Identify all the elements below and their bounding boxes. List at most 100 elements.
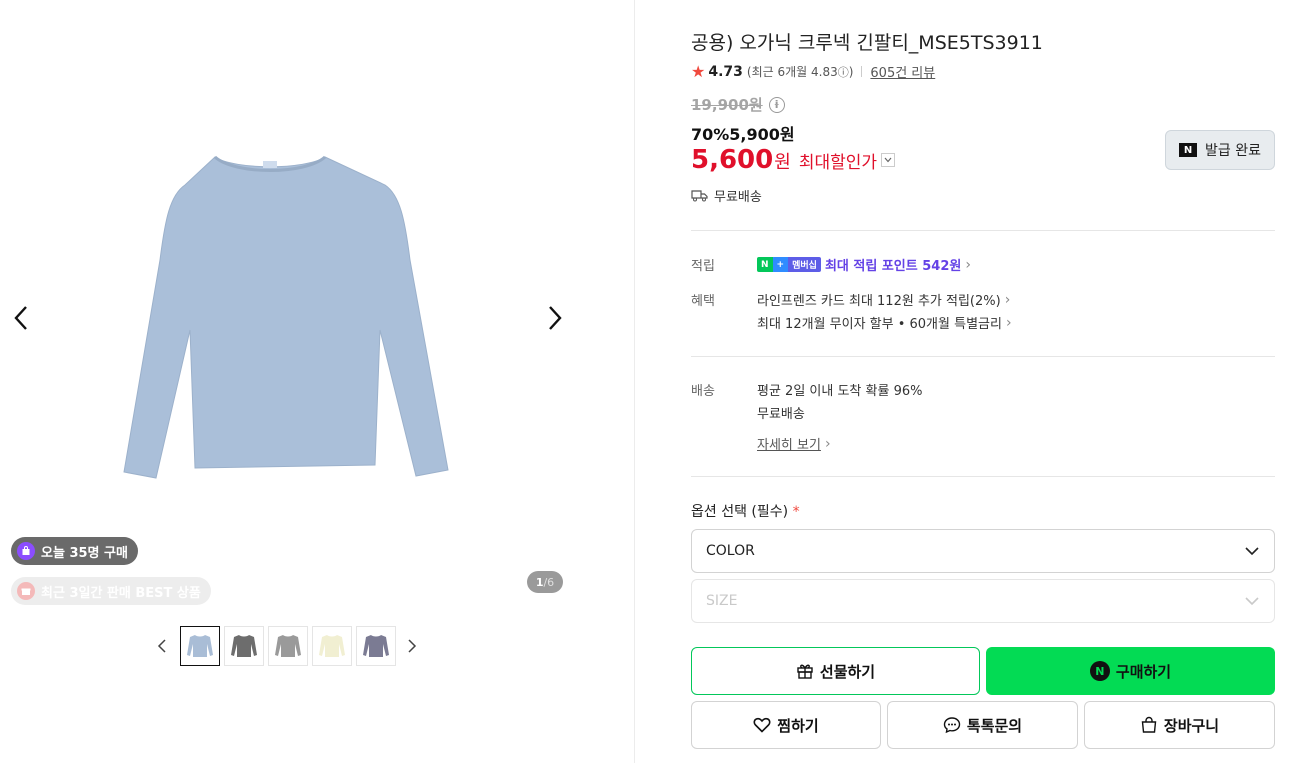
chevron-right-icon: › [1004, 291, 1011, 308]
option-label: 옵션 선택 (필수) * [691, 501, 800, 521]
heart-icon [753, 717, 771, 733]
naver-pay-icon: N [1089, 661, 1110, 681]
size-select-value: SIZE [706, 593, 738, 609]
prev-image-button[interactable] [4, 298, 40, 338]
review-count-link[interactable]: 605건 리뷰 [870, 62, 935, 81]
sale-price-row: 70%5,900원 [691, 121, 795, 145]
thumbnail-strip [150, 626, 424, 666]
gift-button[interactable]: 선물하기 [691, 647, 980, 695]
max-price-unit: 원 [774, 152, 791, 173]
today-purchase-badge: 오늘 35명 구매 [11, 537, 138, 565]
delivery-detail-text: 자세히 보기 [757, 438, 821, 453]
chevron-right-icon: › [1005, 314, 1012, 331]
benefit-installment-text: 최대 12개월 무이자 할부 • 60개월 특별금리 [757, 317, 1002, 332]
benefit-card-link[interactable]: 라인프렌즈 카드 최대 112원 추가 적립(2%) › [757, 290, 1011, 310]
recent-rating-close: ) [848, 65, 854, 79]
naver-pay-icon: N [1179, 143, 1197, 157]
info-icon[interactable]: i [768, 96, 785, 113]
product-title: 공용) 오가닉 크루넥 긴팔티_MSE5TS3911 [691, 32, 1043, 54]
image-counter-total: /6 [543, 575, 555, 589]
thumbnail-4[interactable] [312, 626, 352, 666]
chevron-left-icon [14, 306, 27, 330]
points-link[interactable]: N + 멤버십 최대 적립 포인트 542원 › [757, 255, 971, 274]
divider [691, 230, 1275, 231]
recent-rating-value: (최근 6개월 4.83 [746, 65, 838, 79]
gift-icon [797, 664, 813, 679]
chevron-right-icon [549, 306, 562, 330]
buy-button[interactable]: N 구매하기 [986, 647, 1275, 695]
rating-score: 4.73 [708, 63, 743, 80]
thumb-next-button[interactable] [400, 626, 424, 666]
required-mark: * [792, 504, 800, 520]
panel-divider [634, 0, 635, 763]
option-label-text: 옵션 선택 (필수) [691, 504, 789, 520]
today-purchase-text: 오늘 35명 구매 [41, 545, 128, 561]
tag-membership: 멤버십 [788, 257, 821, 272]
shipping-text: 무료배송 [714, 190, 762, 205]
color-select-value: COLOR [706, 543, 755, 559]
original-price: 19,900원 i [691, 94, 785, 115]
benefit-label: 혜택 [691, 294, 715, 309]
delivery-arrival-text: 평균 2일 이내 도착 확률 96% [757, 384, 923, 399]
tag-plus: + [772, 257, 789, 272]
best-seller-badge: 최근 3일간 판매 BEST 상품 [11, 577, 211, 605]
chevron-down-icon [1245, 547, 1259, 556]
cart-button[interactable]: 장바구니 [1084, 701, 1275, 749]
chat-icon [943, 717, 961, 734]
points-label: 적립 [691, 259, 715, 274]
chevron-right-icon [408, 639, 417, 653]
chevron-right-icon: › [824, 435, 831, 452]
wishlist-button-label: 찜하기 [777, 716, 819, 735]
shopping-bag-icon [1141, 716, 1157, 733]
image-counter: 1/6 [527, 571, 563, 593]
coupon-button-label: 발급 완료 [1205, 143, 1261, 159]
benefit-card-text: 라인프렌즈 카드 최대 112원 추가 적립(2%) [757, 294, 1001, 309]
coupon-issued-button[interactable]: N 발급 완료 [1165, 130, 1275, 170]
free-shipping-row: 무료배송 [691, 186, 762, 205]
divider [691, 476, 1275, 477]
points-text: 최대 적립 포인트 542원 [824, 259, 962, 274]
star-icon: ★ [691, 62, 706, 81]
chevron-down-icon [1245, 597, 1259, 606]
wishlist-button[interactable]: 찜하기 [691, 701, 881, 749]
gift-button-label: 선물하기 [819, 662, 876, 681]
separator [861, 66, 863, 77]
thumbnail-2[interactable] [224, 626, 264, 666]
delivery-fee-text: 무료배송 [757, 407, 805, 422]
best-seller-text: 최근 3일간 판매 BEST 상품 [41, 585, 201, 601]
naver-plus-membership-tag: N + 멤버십 [757, 257, 821, 272]
delivery-label: 배송 [691, 384, 715, 399]
thumbnail-3[interactable] [268, 626, 308, 666]
shopping-bag-icon [17, 542, 35, 560]
size-select[interactable]: SIZE [691, 579, 1275, 623]
recent-rating: (최근 6개월 4.83ⓘ) [747, 63, 854, 80]
thumbnail-5[interactable] [356, 626, 396, 666]
talktalk-button-label: 톡톡문의 [966, 716, 1023, 735]
max-discount-price: 5,600 원 최대할인가 [691, 145, 896, 175]
cart-button-label: 장바구니 [1163, 716, 1220, 735]
max-price-label: 최대할인가 [798, 153, 878, 173]
divider [691, 356, 1275, 357]
buy-button-label: 구매하기 [1115, 662, 1172, 681]
product-gallery: 오늘 35명 구매 최근 3일간 판매 BEST 상품 1/6 [0, 0, 634, 763]
next-image-button[interactable] [536, 298, 572, 338]
chevron-left-icon [157, 639, 166, 653]
max-price-value: 5,600 [691, 145, 774, 175]
truck-icon [691, 190, 708, 202]
chevron-right-icon: › [965, 256, 971, 273]
sale-price: 5,900원 [729, 125, 795, 144]
delivery-detail-link[interactable]: 자세히 보기 › [757, 434, 831, 454]
rating-row: ★ 4.73 (최근 6개월 4.83ⓘ) 605건 리뷰 [691, 62, 935, 81]
thumb-prev-button[interactable] [150, 626, 174, 666]
product-main-image [123, 155, 449, 479]
talktalk-inquiry-button[interactable]: 톡톡문의 [887, 701, 1078, 749]
image-counter-current: 1 [535, 575, 544, 589]
chevron-down-icon[interactable] [881, 153, 896, 167]
thumbnail-1[interactable] [180, 626, 220, 666]
discount-rate: 70% [691, 125, 730, 144]
info-icon[interactable]: ⓘ [838, 66, 849, 79]
color-select[interactable]: COLOR [691, 529, 1275, 573]
gift-icon [17, 582, 35, 600]
benefit-installment-link[interactable]: 최대 12개월 무이자 할부 • 60개월 특별금리 › [757, 313, 1012, 333]
original-price-value: 19,900원 [691, 96, 763, 114]
